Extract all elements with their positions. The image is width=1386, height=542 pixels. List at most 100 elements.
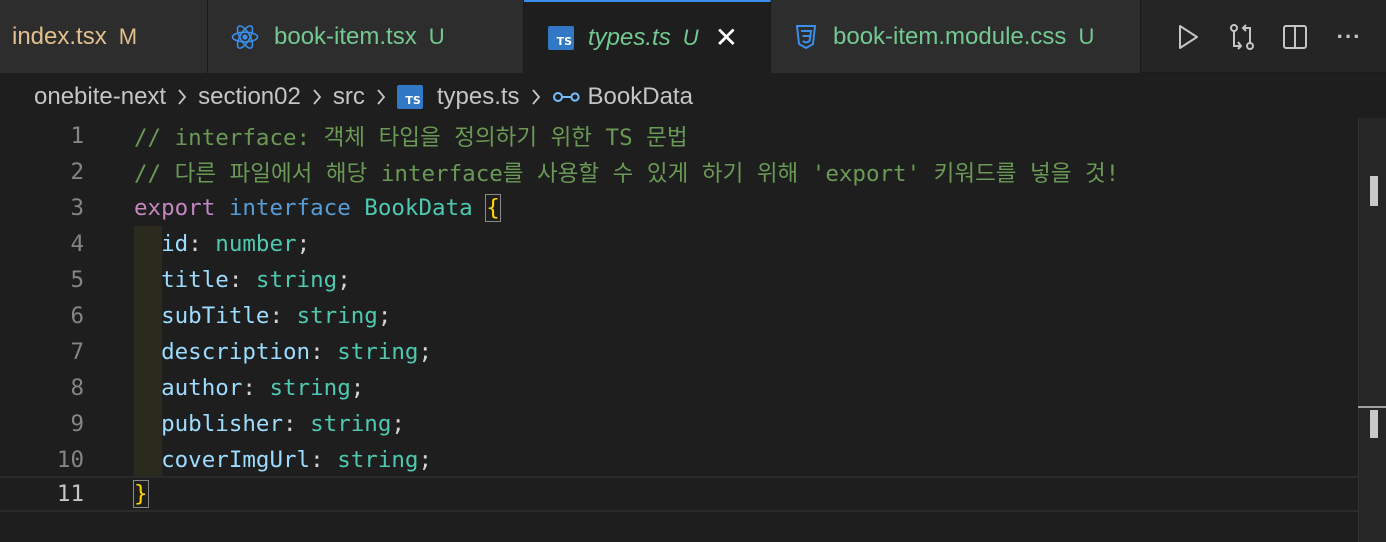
- property-name: id: [161, 231, 189, 257]
- typescript-icon: TS: [396, 85, 423, 109]
- code-line[interactable]: 1 // interface: 객체 타입을 정의하기 위한 TS 문법: [0, 118, 1358, 154]
- property-type: string: [255, 267, 338, 293]
- tab-label: book-item.tsx: [274, 22, 417, 50]
- semicolon: ;: [391, 411, 405, 437]
- breadcrumb-item-section02[interactable]: section02: [198, 83, 301, 111]
- scrollbar-decoration: [1370, 410, 1378, 438]
- line-number: 10: [56, 447, 84, 473]
- scrollbar-decoration: [1370, 176, 1378, 206]
- more-actions-icon[interactable]: ···: [1331, 19, 1367, 55]
- breadcrumb-item-onebite-next[interactable]: onebite-next: [34, 83, 166, 111]
- property-name: subTitle: [161, 303, 270, 329]
- code-content: coverImgUrl: string;: [134, 447, 432, 473]
- breadcrumb: onebite-next section02 src TS types.ts B…: [0, 74, 1386, 120]
- typescript-badge: TS: [548, 25, 574, 50]
- breadcrumb-item-src[interactable]: src: [333, 83, 365, 111]
- colon: :: [242, 375, 256, 401]
- code-content: title: string;: [134, 267, 351, 293]
- semicolon: ;: [418, 339, 433, 365]
- chevron-right-icon: [530, 87, 542, 107]
- line-number: 3: [70, 195, 84, 221]
- colon: :: [310, 447, 324, 473]
- line-number: 2: [70, 159, 84, 185]
- semicolon: ;: [337, 267, 351, 293]
- property-name: coverImgUrl: [161, 447, 311, 473]
- breadcrumb-label: BookData: [587, 83, 693, 110]
- keyword-interface: interface: [228, 195, 351, 221]
- line-number: 1: [70, 123, 84, 149]
- editor-actions: ···: [1141, 0, 1386, 73]
- code-line[interactable]: 5 title: string;: [0, 262, 1358, 298]
- semicolon: ;: [418, 447, 433, 473]
- colon: :: [269, 303, 284, 329]
- run-icon[interactable]: [1170, 19, 1206, 55]
- code-line[interactable]: 3 export interface BookData {: [0, 190, 1358, 226]
- chevron-right-icon: [311, 87, 323, 107]
- open-brace: {: [485, 194, 501, 222]
- breadcrumb-item-types-ts[interactable]: TS types.ts: [396, 83, 520, 111]
- code-content: description: string;: [134, 339, 432, 365]
- line-number: 6: [70, 303, 84, 329]
- tab-label: types.ts: [588, 23, 671, 51]
- property-name: description: [161, 339, 311, 365]
- code-line[interactable]: 2 // 다른 파일에서 해당 interface를 사용할 수 있게 하기 위…: [0, 154, 1358, 190]
- line-number: 7: [70, 339, 84, 365]
- property-type: number: [215, 231, 297, 257]
- comment: // interface: 객체 타입을 정의하기 위한 TS 문법: [134, 125, 688, 151]
- split-editor-icon[interactable]: [1277, 19, 1313, 55]
- line-number: 8: [70, 375, 84, 401]
- property-type: string: [337, 339, 419, 365]
- code-line[interactable]: 9 publisher: string;: [0, 406, 1358, 442]
- line-number: 9: [70, 411, 84, 437]
- code-line[interactable]: 8 author: string;: [0, 370, 1358, 406]
- close-icon[interactable]: ✕: [715, 23, 738, 52]
- compare-changes-icon[interactable]: [1224, 19, 1260, 55]
- chevron-right-icon: [375, 87, 387, 107]
- colon: :: [228, 267, 243, 293]
- close-brace: }: [133, 480, 149, 508]
- tab-label: index.tsx: [12, 22, 107, 50]
- git-status-badge: U: [428, 23, 445, 49]
- tab-label: book-item.module.css: [833, 22, 1067, 50]
- interface-name: BookData: [364, 195, 473, 221]
- code-content: export interface BookData {: [134, 194, 501, 222]
- tab-book-item-tsx[interactable]: book-item.tsx U: [208, 0, 524, 73]
- code-line-current[interactable]: 11 }: [0, 476, 1358, 512]
- line-number: 11: [56, 481, 84, 507]
- tab-types-ts[interactable]: TS types.ts U ✕: [524, 0, 771, 73]
- property-type: string: [310, 411, 392, 437]
- property-type: string: [296, 303, 378, 329]
- colon: :: [310, 339, 324, 365]
- code-line[interactable]: 10 coverImgUrl: string;: [0, 442, 1358, 478]
- tab-index-tsx[interactable]: index.tsx M: [0, 0, 208, 73]
- tab-book-item-module-css[interactable]: book-item.module.css U: [771, 0, 1141, 73]
- comment: // 다른 파일에서 해당 interface를 사용할 수 있게 하기 위해 …: [134, 161, 1120, 187]
- semicolon: ;: [377, 303, 392, 329]
- code-content: subTitle: string;: [134, 303, 391, 329]
- semicolon: ;: [296, 231, 311, 257]
- line-number: 5: [70, 267, 84, 293]
- keyword-export: export: [134, 195, 216, 221]
- breadcrumb-label: types.ts: [436, 83, 520, 110]
- code-content: publisher: string;: [134, 411, 405, 437]
- editor-tab-bar: index.tsx M book-item.tsx U TS types.ts …: [0, 0, 1386, 73]
- breadcrumb-item-bookdata[interactable]: BookData: [552, 83, 693, 111]
- css-icon: [793, 24, 819, 50]
- git-status-badge: U: [682, 24, 699, 50]
- code-line[interactable]: 7 description: string;: [0, 334, 1358, 370]
- property-type: string: [269, 375, 351, 401]
- code-line[interactable]: 6 subTitle: string;: [0, 298, 1358, 334]
- property-name: publisher: [161, 411, 284, 437]
- vertical-scrollbar[interactable]: [1358, 118, 1386, 542]
- code-editor[interactable]: 1 // interface: 객체 타입을 정의하기 위한 TS 문법 2 /…: [0, 118, 1386, 542]
- code-line[interactable]: 4 id: number;: [0, 226, 1358, 262]
- typescript-icon: TS: [548, 25, 574, 50]
- colon: :: [188, 231, 202, 257]
- typescript-badge: TS: [396, 85, 423, 109]
- property-name: title: [161, 267, 229, 293]
- scrollbar-divider: [1358, 406, 1386, 408]
- react-icon: [230, 22, 260, 52]
- code-content: }: [133, 480, 149, 508]
- semicolon: ;: [350, 375, 365, 401]
- colon: :: [283, 411, 297, 437]
